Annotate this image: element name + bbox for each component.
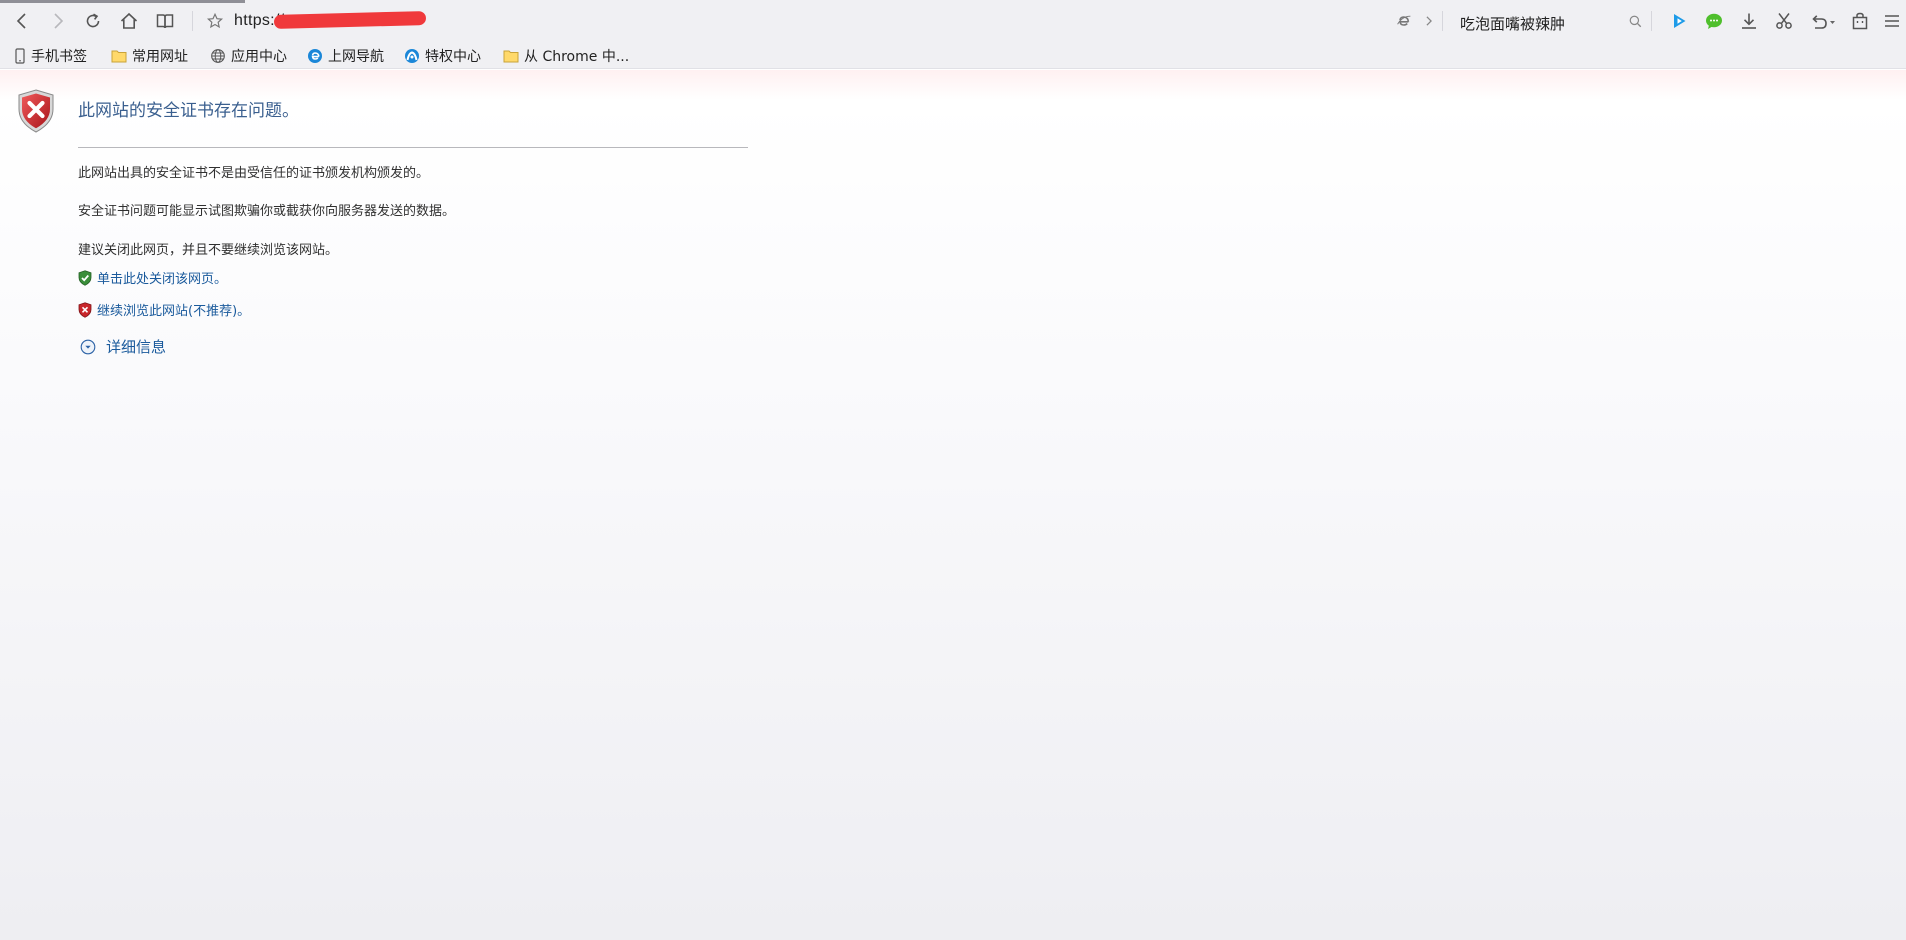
globe-icon bbox=[211, 49, 225, 63]
browser-toolbar: https:// 吃泡面嘴被辣肿 bbox=[0, 0, 1906, 42]
bookmark-label: 上网导航 bbox=[328, 49, 384, 65]
hamburger-menu-icon bbox=[1885, 15, 1899, 27]
continue-website-link[interactable]: 继续浏览此网站(不推荐)。 bbox=[78, 300, 250, 319]
title-divider bbox=[78, 147, 748, 148]
home-icon bbox=[120, 12, 138, 29]
screenshot-button[interactable] bbox=[1770, 7, 1798, 35]
more-info-toggle[interactable]: 详细信息 bbox=[80, 336, 166, 357]
search-input[interactable]: 吃泡面嘴被辣肿 bbox=[1460, 13, 1565, 34]
menu-button[interactable] bbox=[1878, 7, 1906, 35]
folder-icon bbox=[111, 50, 127, 63]
page-load-progress bbox=[0, 0, 245, 3]
bookmark-common-sites[interactable]: 常用网址 bbox=[111, 45, 188, 67]
chat-button[interactable] bbox=[1700, 7, 1728, 35]
reading-mode-button[interactable] bbox=[151, 7, 179, 35]
video-button[interactable] bbox=[1665, 7, 1693, 35]
forward-arrow-icon bbox=[54, 13, 64, 29]
search-box[interactable]: 吃泡面嘴被辣肿 bbox=[1448, 6, 1643, 36]
error-description: 此网站出具的安全证书不是由受信任的证书颁发机构颁发的。 bbox=[78, 166, 430, 181]
scissors-icon bbox=[1776, 13, 1792, 29]
privilege-icon bbox=[405, 49, 419, 63]
close-page-link-text[interactable]: 单击此处关闭该网页。 bbox=[97, 268, 227, 287]
back-button[interactable] bbox=[8, 7, 36, 35]
address-bar[interactable]: https:// bbox=[200, 5, 1437, 37]
close-page-link[interactable]: 单击此处关闭该网页。 bbox=[78, 268, 227, 287]
phone-icon bbox=[15, 48, 25, 64]
home-button[interactable] bbox=[115, 7, 143, 35]
expand-circle-icon bbox=[80, 339, 96, 354]
bag-button[interactable] bbox=[1846, 7, 1874, 35]
bookmark-web-navigation[interactable]: 上网导航 bbox=[307, 45, 384, 67]
bookmark-label: 常用网址 bbox=[132, 49, 188, 65]
error-explanation: 安全证书问题可能显示试图欺骗你或截获你向服务器发送的数据。 bbox=[78, 204, 456, 219]
bookmark-privilege-center[interactable]: 特权中心 bbox=[404, 45, 481, 67]
reload-button[interactable] bbox=[79, 7, 107, 35]
toolbar-separator bbox=[192, 11, 193, 31]
bookmarks-bar: 手机书签 常用网址 应用中心 上网导航 特权中心 从 Chrome 中... bbox=[0, 42, 1906, 69]
back-arrow-icon bbox=[16, 13, 26, 29]
reload-icon bbox=[86, 13, 100, 28]
red-shield-error-icon bbox=[18, 89, 54, 133]
bag-icon bbox=[1852, 12, 1868, 30]
page-title: 此网站的安全证书存在问题。 bbox=[78, 101, 299, 121]
green-shield-check-icon bbox=[78, 269, 92, 286]
undo-icon bbox=[1812, 15, 1835, 29]
toolbar-separator bbox=[1442, 11, 1443, 31]
more-info-label[interactable]: 详细信息 bbox=[106, 336, 166, 357]
error-recommendation: 建议关闭此网页，并且不要继续浏览该网站。 bbox=[78, 243, 339, 258]
folder-icon bbox=[503, 50, 519, 63]
ie-mode-icon[interactable] bbox=[1396, 13, 1412, 29]
bookmark-mobile[interactable]: 手机书签 bbox=[14, 45, 87, 67]
bookmark-label: 特权中心 bbox=[425, 49, 481, 65]
toolbar-separator bbox=[1651, 11, 1652, 31]
certificate-error-page: 此网站的安全证书存在问题。 此网站出具的安全证书不是由受信任的证书颁发机构颁发的… bbox=[0, 70, 1906, 940]
play-icon bbox=[1674, 14, 1686, 28]
url-redaction-mark bbox=[273, 11, 427, 29]
bookmark-label: 从 Chrome 中... bbox=[524, 49, 630, 65]
bookmark-app-center[interactable]: 应用中心 bbox=[210, 45, 287, 67]
continue-website-link-text[interactable]: 继续浏览此网站(不推荐)。 bbox=[97, 300, 250, 319]
ie-logo-icon bbox=[308, 49, 322, 63]
reading-book-icon bbox=[156, 14, 174, 29]
download-button[interactable] bbox=[1735, 7, 1763, 35]
download-icon bbox=[1742, 13, 1756, 29]
magnifier-icon[interactable] bbox=[1628, 14, 1643, 29]
chevron-right-icon[interactable] bbox=[1422, 14, 1436, 28]
bookmark-label: 应用中心 bbox=[231, 49, 287, 65]
bookmark-from-chrome[interactable]: 从 Chrome 中... bbox=[503, 45, 629, 67]
bookmark-label: 手机书签 bbox=[31, 49, 87, 65]
red-shield-x-icon bbox=[78, 301, 92, 318]
chat-bubble-icon bbox=[1706, 13, 1722, 29]
forward-button[interactable] bbox=[44, 7, 72, 35]
star-icon[interactable] bbox=[206, 12, 224, 30]
undo-close-button[interactable] bbox=[1806, 7, 1840, 35]
